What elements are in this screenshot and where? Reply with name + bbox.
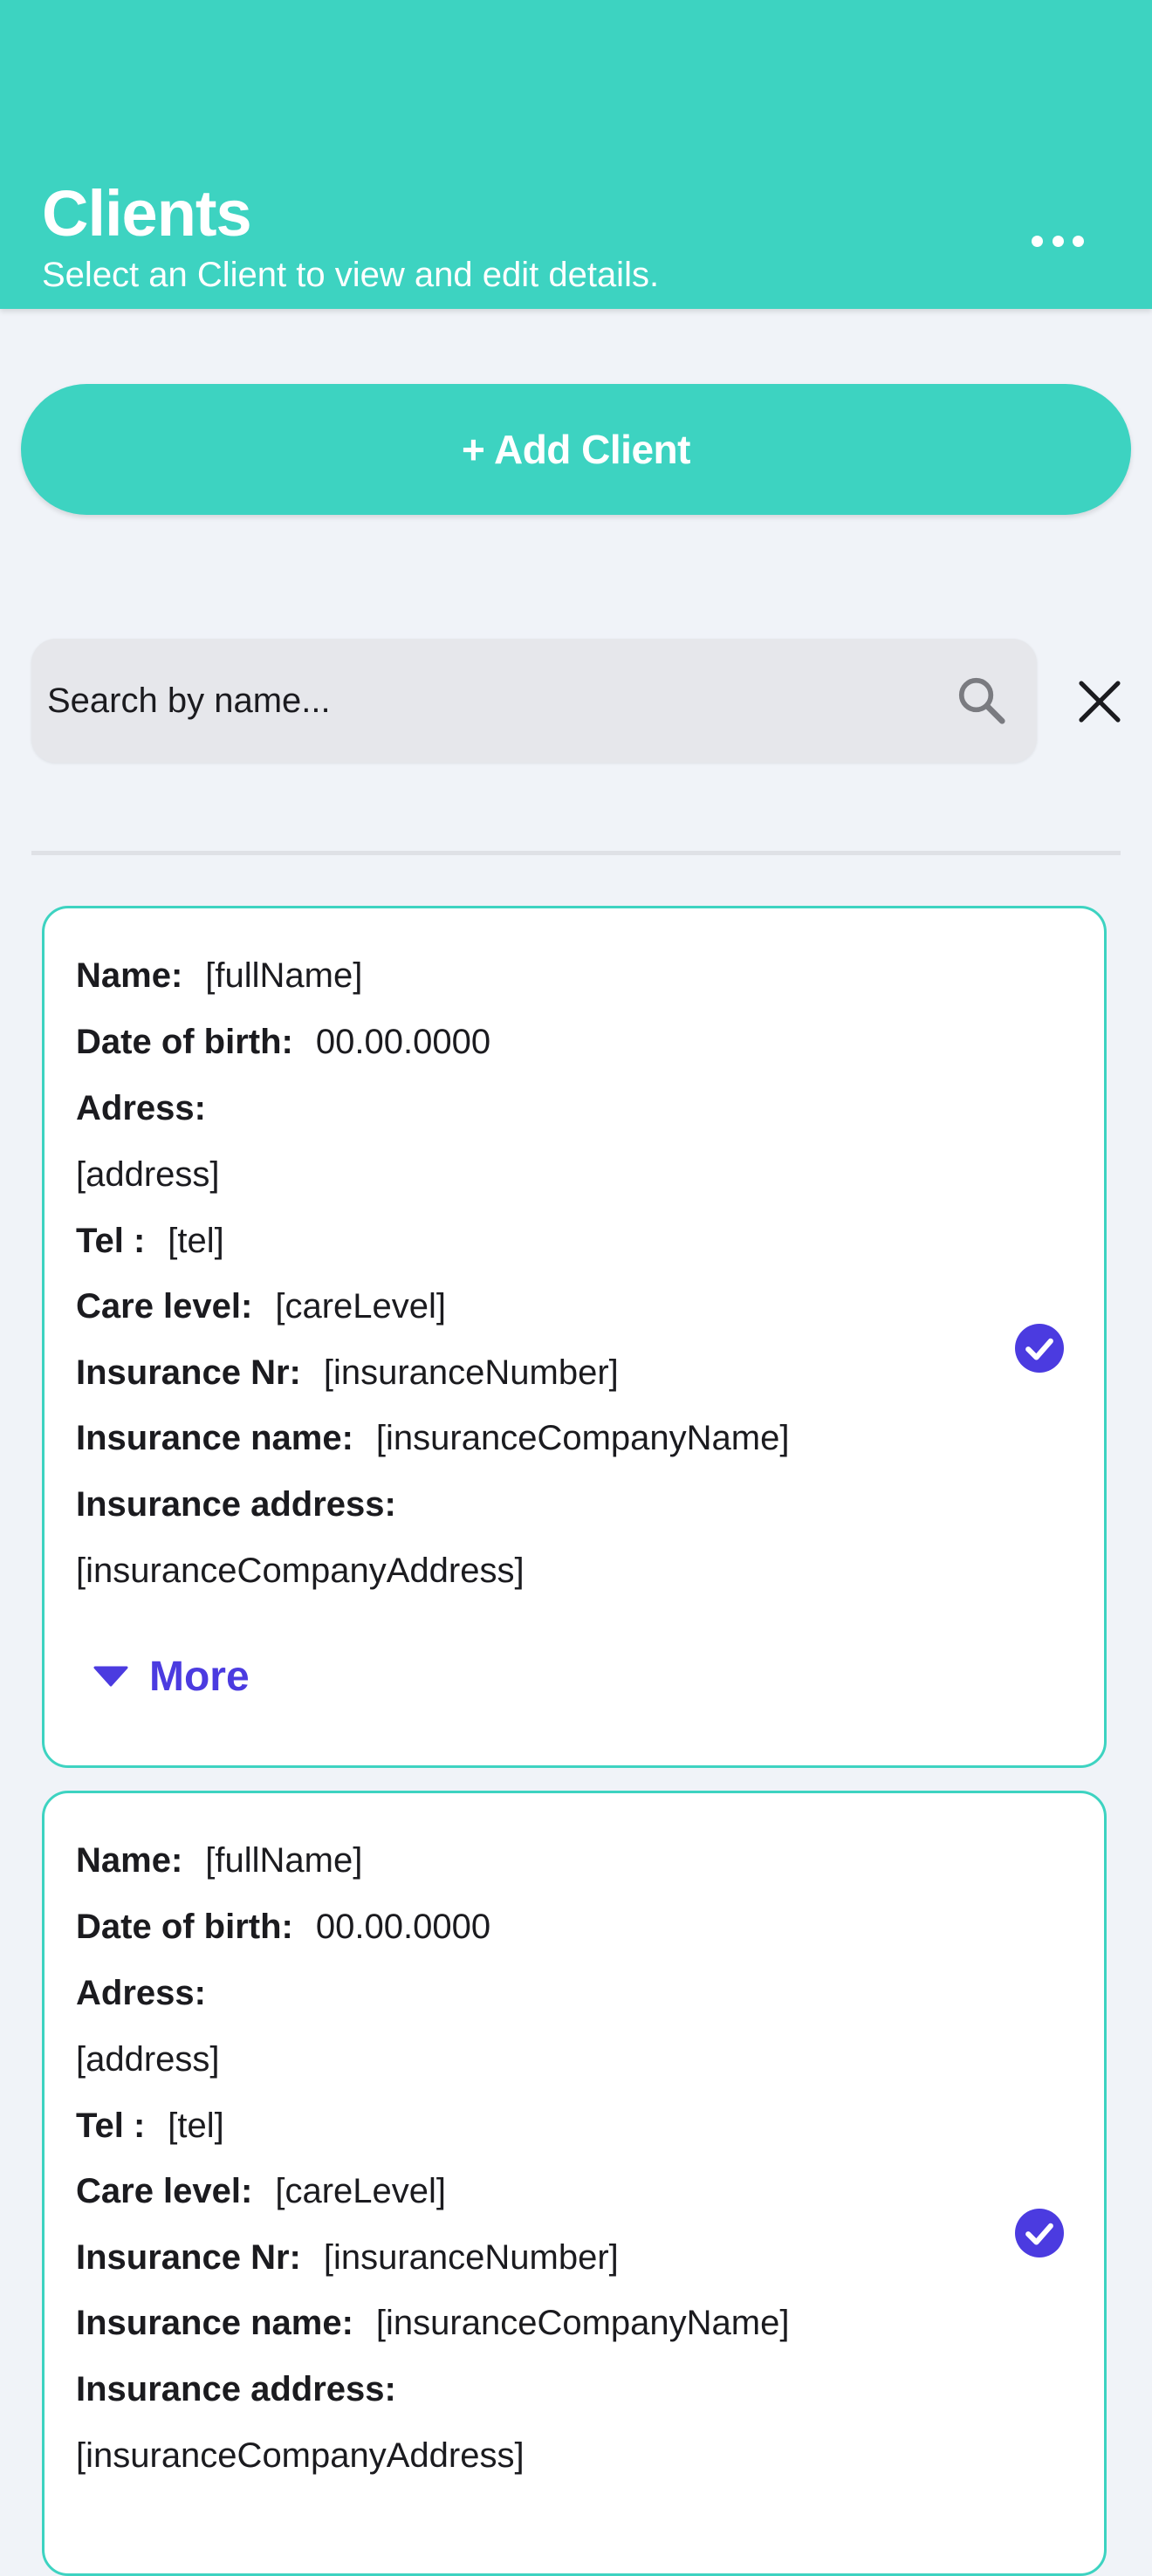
field-tel: Tel : [tel] (76, 2104, 224, 2148)
divider (31, 851, 1121, 855)
label-tel: Tel : (76, 1222, 146, 1260)
value-dob: 00.00.0000 (315, 1908, 491, 1946)
value-insurance-address: [insuranceCompanyAddress] (76, 2436, 525, 2475)
label-insurance-nr: Insurance Nr: (76, 2238, 301, 2277)
label-care-level: Care level: (76, 1287, 253, 1326)
value-insurance-address: [insuranceCompanyAddress] (76, 1552, 525, 1590)
field-care-level: Care level: [careLevel] (76, 1285, 446, 1328)
value-care-level: [careLevel] (275, 1287, 447, 1326)
client-card[interactable]: Name: [fullName] Date of birth: 00.00.0000… (42, 906, 1107, 1768)
label-insurance-address: Insurance address: (76, 1485, 396, 1524)
value-name: [fullName] (205, 956, 363, 995)
value-insurance-nr: [insuranceNumber] (323, 1353, 619, 1392)
label-insurance-nr: Insurance Nr: (76, 1353, 301, 1392)
field-insurance-name: Insurance name: [insuranceCompanyName] (76, 1416, 789, 1460)
label-address: Adress: (76, 1974, 206, 2012)
label-dob: Date of birth: (76, 1023, 293, 1061)
label-name: Name: (76, 956, 183, 995)
value-insurance-name: [insuranceCompanyName] (375, 1419, 790, 1457)
label-name: Name: (76, 1841, 183, 1880)
field-insurance-address: Insurance address: (76, 2367, 419, 2411)
label-dob: Date of birth: (76, 1908, 293, 1946)
page-title: Clients (42, 177, 252, 250)
menu-dot (1032, 235, 1043, 247)
close-icon[interactable] (1075, 677, 1124, 726)
field-name: Name: [fullName] (76, 954, 362, 997)
label-tel: Tel : (76, 2107, 146, 2145)
field-name: Name: [fullName] (76, 1839, 362, 1882)
add-client-button[interactable]: + Add Client (21, 384, 1131, 515)
field-care-level: Care level: [careLevel] (76, 2169, 446, 2213)
field-insurance-address: Insurance address: (76, 1483, 419, 1526)
field-address: Adress: (76, 1971, 229, 2015)
value-name: [fullName] (205, 1841, 363, 1880)
more-horizontal-icon[interactable] (1032, 225, 1084, 257)
field-address: Adress: (76, 1086, 229, 1130)
check-circle-icon[interactable] (1015, 1324, 1064, 1373)
label-insurance-name: Insurance name: (76, 2304, 353, 2342)
search-input[interactable] (47, 639, 920, 763)
field-insurance-name: Insurance name: [insuranceCompanyName] (76, 2301, 789, 2345)
value-address: [address] (76, 1155, 220, 1194)
value-care-level: [careLevel] (275, 2172, 447, 2210)
search-icon[interactable] (955, 674, 1009, 728)
field-insurance-nr: Insurance Nr: [insuranceNumber] (76, 1351, 619, 1394)
value-insurance-nr: [insuranceNumber] (323, 2238, 619, 2277)
value-tel: [tel] (168, 1222, 224, 1260)
field-tel: Tel : [tel] (76, 1219, 224, 1263)
label-insurance-address: Insurance address: (76, 2370, 396, 2408)
caret-down-icon (93, 1666, 128, 1687)
client-card[interactable]: Name: [fullName] Date of birth: 00.00.0000… (42, 1791, 1107, 2576)
value-tel: [tel] (168, 2107, 224, 2145)
page-subtitle: Select an Client to view and edit detail… (42, 256, 660, 294)
label-address: Adress: (76, 1089, 206, 1127)
field-dob: Date of birth: 00.00.0000 (76, 1020, 490, 1064)
search-bar (31, 639, 1037, 763)
menu-dot (1073, 235, 1084, 247)
value-insurance-name: [insuranceCompanyName] (375, 2304, 790, 2342)
value-dob: 00.00.0000 (315, 1023, 491, 1061)
value-address: [address] (76, 2040, 220, 2079)
more-label: More (149, 1653, 250, 1700)
field-insurance-nr: Insurance Nr: [insuranceNumber] (76, 2236, 619, 2279)
label-care-level: Care level: (76, 2172, 253, 2210)
field-dob: Date of birth: 00.00.0000 (76, 1905, 490, 1949)
app-header: Clients Select an Client to view and edi… (0, 0, 1152, 309)
menu-dot (1052, 235, 1064, 247)
check-circle-icon[interactable] (1015, 2209, 1064, 2257)
label-insurance-name: Insurance name: (76, 1419, 353, 1457)
more-toggle[interactable]: More (93, 1650, 250, 1702)
